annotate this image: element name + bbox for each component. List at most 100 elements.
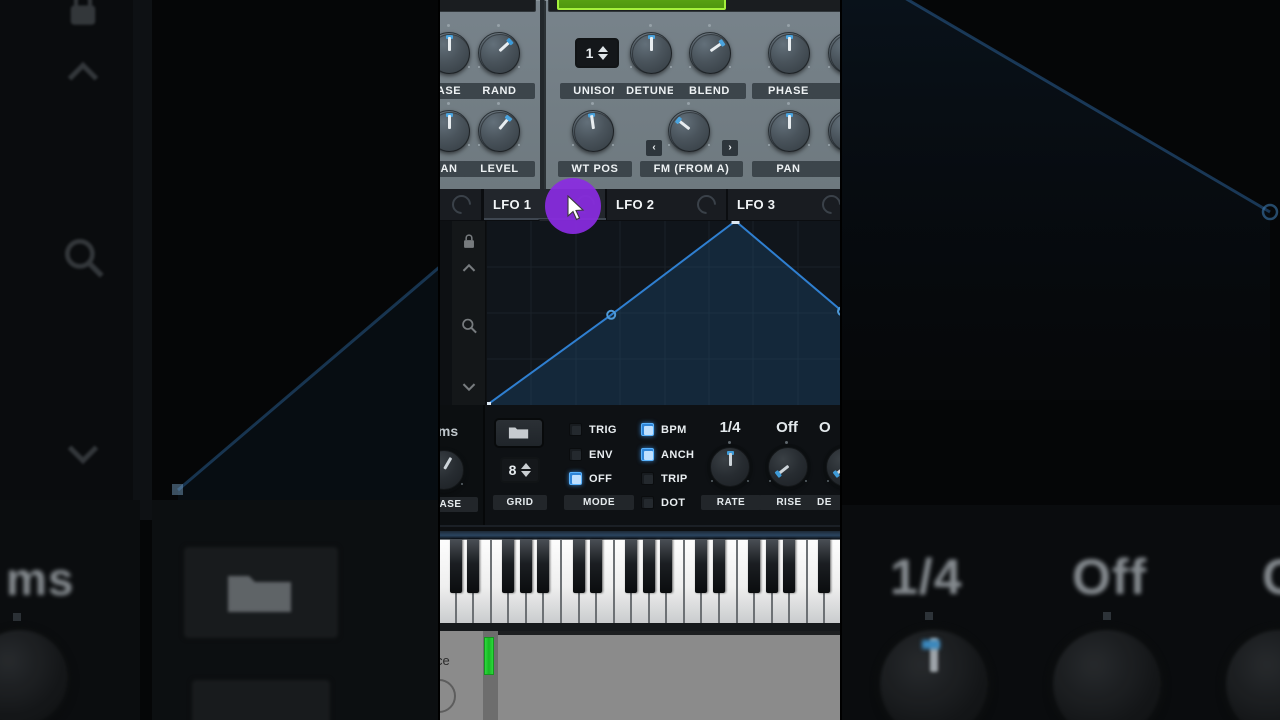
lfo-arc-icon [693, 191, 720, 218]
checkbox-anch[interactable] [641, 448, 654, 461]
oscillator-section: ASE RAND AN LEVEL 1 UNISON DETUNE BLEND … [438, 0, 842, 189]
knob-dot [497, 102, 500, 105]
piano-black-key[interactable] [642, 539, 655, 593]
lfo-control-point[interactable] [731, 218, 740, 224]
label-osc-a-level: LEVEL [464, 161, 535, 177]
piano-black-key[interactable] [590, 539, 603, 593]
rate-dot [728, 441, 731, 444]
checkbox-env[interactable] [569, 448, 582, 461]
chevron-up-icon[interactable] [521, 463, 532, 469]
mouse-cursor [567, 195, 585, 221]
knob-osc-b-pan[interactable] [768, 110, 810, 152]
lfo-sync-dot[interactable]: DOT [641, 496, 685, 509]
knob-osc-a-rand[interactable] [478, 32, 520, 74]
label-trig: TRIG [589, 423, 617, 436]
piano-black-key[interactable] [713, 539, 726, 593]
lfo-sync-trip[interactable]: TRIP [641, 472, 688, 485]
piano-black-key[interactable] [765, 539, 778, 593]
label-osc-b-rand: RA [812, 83, 842, 99]
knob-wt-pos[interactable] [572, 110, 614, 152]
piano-keyboard[interactable] [438, 525, 842, 631]
background-rise-dot [1103, 612, 1111, 620]
background-grid-stepper [190, 678, 332, 720]
label-rate: RATE [701, 495, 761, 510]
fm-next-button[interactable]: › [722, 140, 738, 156]
knob-osc-a-level[interactable] [478, 110, 520, 152]
env-release-value: ms [438, 423, 459, 439]
daw-audio-clip[interactable] [484, 637, 494, 675]
fm-prev-button[interactable]: ‹ [646, 140, 662, 156]
crop-edge-right [840, 0, 842, 720]
knob-dot [649, 24, 652, 27]
checkbox-off[interactable] [569, 472, 582, 485]
unison-arrows[interactable] [598, 46, 609, 60]
knob-rise[interactable] [768, 447, 808, 487]
lfo-tab-previous[interactable] [438, 189, 482, 220]
checkbox-trig[interactable] [569, 423, 582, 436]
piano-black-key[interactable] [519, 539, 532, 593]
grid-value: 8 [508, 462, 517, 478]
lfo-sync-bpm[interactable]: BPM [641, 423, 687, 436]
piano-black-key[interactable] [502, 539, 515, 593]
rise-dot [785, 441, 788, 444]
keyboard-keys[interactable] [438, 539, 842, 625]
knob-dot [708, 24, 711, 27]
knob-blend[interactable] [689, 32, 731, 74]
lfo-mode-off[interactable]: OFF [569, 472, 612, 485]
knob-fm[interactable] [668, 110, 710, 152]
knob-osc-b-phase[interactable] [768, 32, 810, 74]
unison-stepper[interactable]: 1 [575, 38, 619, 68]
lfo-tab-3-label: LFO 3 [737, 197, 776, 212]
checkbox-dot[interactable] [641, 496, 654, 509]
lfo-tab-bar: LFO 1 LFO 2 LFO 3 [438, 189, 842, 226]
lock-icon[interactable] [460, 233, 477, 250]
checkbox-trip[interactable] [641, 472, 654, 485]
piano-black-key[interactable] [572, 539, 585, 593]
lfo-tab-1-label: LFO 1 [493, 197, 532, 212]
lfo-waveform-graph[interactable] [483, 218, 842, 408]
grid-arrows[interactable] [521, 463, 532, 477]
label-osc-a-rand: RAND [464, 83, 535, 99]
background-search-icon [64, 238, 104, 278]
chevron-up-icon[interactable] [459, 259, 478, 278]
oscillator-a-wavetable-display[interactable] [438, 0, 536, 12]
piano-black-key[interactable] [748, 539, 761, 593]
lfo-tab-2-label: LFO 2 [616, 197, 655, 212]
knob-rate[interactable] [710, 447, 750, 487]
lfo-sync-anch[interactable]: ANCH [641, 448, 694, 461]
piano-black-key[interactable] [660, 539, 673, 593]
label-delay: DE [817, 495, 842, 510]
label-fm: FM (FROM A) [640, 161, 743, 177]
lfo-mode-trig[interactable]: TRIG [569, 423, 617, 436]
piano-black-key[interactable] [783, 539, 796, 593]
piano-black-key[interactable] [537, 539, 550, 593]
keyboard-mod-strip[interactable] [438, 531, 842, 539]
label-bpm: BPM [661, 423, 687, 436]
sidebar-item-lfo-2[interactable]: LFO 2 [607, 189, 727, 220]
piano-black-key[interactable] [449, 539, 462, 593]
lfo-waveform-svg[interactable] [483, 218, 842, 408]
piano-black-key[interactable] [625, 539, 638, 593]
lfo-mode-env[interactable]: ENV [569, 448, 613, 461]
grid-stepper[interactable]: 8 [500, 457, 540, 483]
unison-value: 1 [585, 45, 594, 61]
chevron-down-icon[interactable] [459, 377, 478, 396]
sidebar-item-lfo-3[interactable]: LFO 3 [728, 189, 842, 220]
label-rise: RISE [759, 495, 819, 510]
lfo-load-button[interactable] [494, 418, 544, 448]
search-icon[interactable] [459, 316, 478, 335]
oscillator-divider [540, 0, 544, 189]
label-wt-pos: WT POS [558, 161, 632, 177]
chevron-down-icon[interactable] [598, 54, 609, 60]
background-rate-cap [922, 640, 940, 649]
label-trip: TRIP [661, 472, 688, 485]
chevron-up-icon[interactable] [598, 46, 609, 52]
piano-black-key[interactable] [695, 539, 708, 593]
checkbox-bpm[interactable] [641, 423, 654, 436]
label-anch: ANCH [661, 448, 695, 461]
knob-dot [687, 102, 690, 105]
knob-detune[interactable] [630, 32, 672, 74]
chevron-down-icon[interactable] [521, 471, 532, 477]
piano-black-key[interactable] [467, 539, 480, 593]
piano-black-key[interactable] [818, 539, 831, 593]
